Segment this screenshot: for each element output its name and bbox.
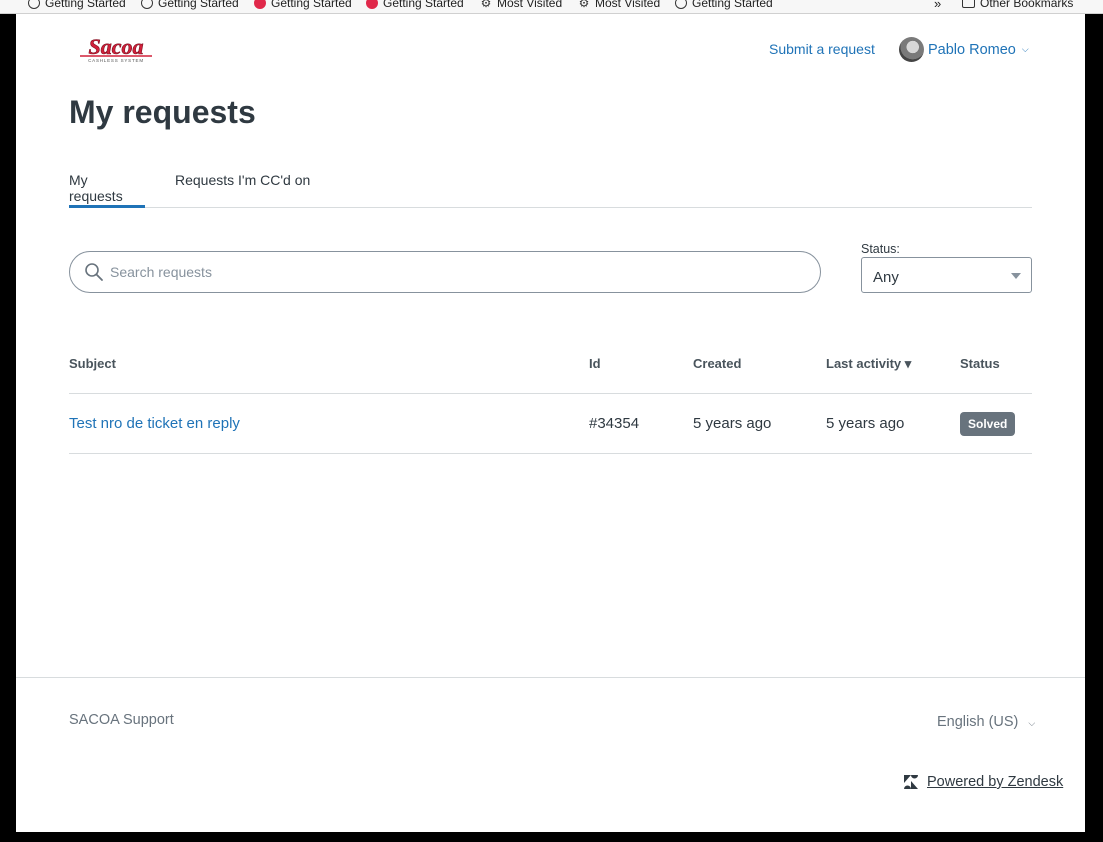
search-box[interactable] — [69, 251, 821, 293]
bookmark-item[interactable]: ⚙ Most Visited — [480, 0, 563, 10]
status-badge: Solved — [960, 412, 1016, 436]
zendesk-icon — [904, 775, 918, 789]
chevron-down-icon: ⌵ — [1028, 718, 1036, 728]
page-title: My requests — [69, 94, 256, 130]
status-filter-label: Status: — [861, 242, 900, 256]
gear-icon: ⚙ — [480, 0, 492, 10]
column-header-status[interactable]: Status — [960, 356, 1000, 371]
status-filter-value: Any — [873, 269, 899, 286]
request-created: 5 years ago — [693, 415, 772, 432]
table-divider — [69, 393, 1032, 394]
logo-subtext: CASHLESS SYSTEM — [88, 58, 144, 63]
bookmark-item[interactable]: Getting Started — [254, 0, 352, 10]
language-selector[interactable]: English (US) ⌵ — [937, 714, 1035, 730]
globe-icon — [141, 0, 153, 9]
folder-icon — [962, 0, 975, 8]
footer-divider — [16, 677, 1085, 678]
page-window: Sacoa CASHLESS SYSTEM Submit a request P… — [16, 14, 1085, 832]
request-subject-link[interactable]: Test nro de ticket en reply — [69, 415, 240, 432]
footer-brand: SACOA Support — [69, 712, 174, 728]
chevron-down-icon: ⌵ — [1021, 44, 1029, 54]
firefox-icon — [366, 0, 378, 9]
bookmark-item[interactable]: Getting Started — [141, 0, 239, 10]
bookmarks-overflow-icon[interactable]: » — [934, 0, 941, 11]
user-name: Pablo Romeo — [928, 41, 1016, 58]
globe-icon — [675, 0, 687, 9]
search-input[interactable] — [110, 264, 790, 280]
sacoa-logo[interactable]: Sacoa CASHLESS SYSTEM — [76, 34, 156, 66]
powered-by-zendesk-link[interactable]: Powered by Zendesk — [903, 774, 1063, 790]
dropdown-arrow-icon — [1011, 273, 1021, 279]
bookmark-folder-other[interactable]: Other Bookmarks — [962, 0, 1073, 10]
column-header-id[interactable]: Id — [589, 356, 601, 371]
column-header-last-activity[interactable]: Last activity ▾ — [826, 356, 911, 372]
request-last-activity: 5 years ago — [826, 415, 905, 432]
bookmark-item[interactable]: Getting Started — [675, 0, 773, 10]
globe-icon — [28, 0, 40, 9]
avatar — [899, 37, 924, 62]
search-icon — [85, 263, 103, 281]
tab-cc-requests[interactable]: Requests I'm CC'd on — [175, 171, 310, 208]
bookmark-item[interactable]: ⚙ Most Visited — [578, 0, 661, 10]
language-label: English (US) — [937, 714, 1019, 730]
table-divider — [69, 453, 1032, 454]
firefox-icon — [254, 0, 266, 9]
bookmarks-bar: Getting Started Getting Started Getting … — [0, 0, 1103, 14]
tab-my-requests[interactable]: My requests — [69, 171, 145, 208]
request-id: #34354 — [589, 415, 640, 432]
bookmark-item[interactable]: Getting Started — [28, 0, 126, 10]
gear-icon: ⚙ — [578, 0, 590, 10]
column-header-subject[interactable]: Subject — [69, 356, 116, 371]
status-filter-select[interactable]: Any — [861, 257, 1032, 293]
column-header-created[interactable]: Created — [693, 356, 741, 371]
powered-by-label: Powered by Zendesk — [927, 774, 1064, 790]
submit-request-link[interactable]: Submit a request — [769, 41, 875, 57]
user-menu[interactable]: Pablo Romeo ⌵ — [899, 37, 1029, 62]
request-tabs: My requests Requests I'm CC'd on — [69, 171, 1032, 208]
bookmark-item[interactable]: Getting Started — [366, 0, 464, 10]
